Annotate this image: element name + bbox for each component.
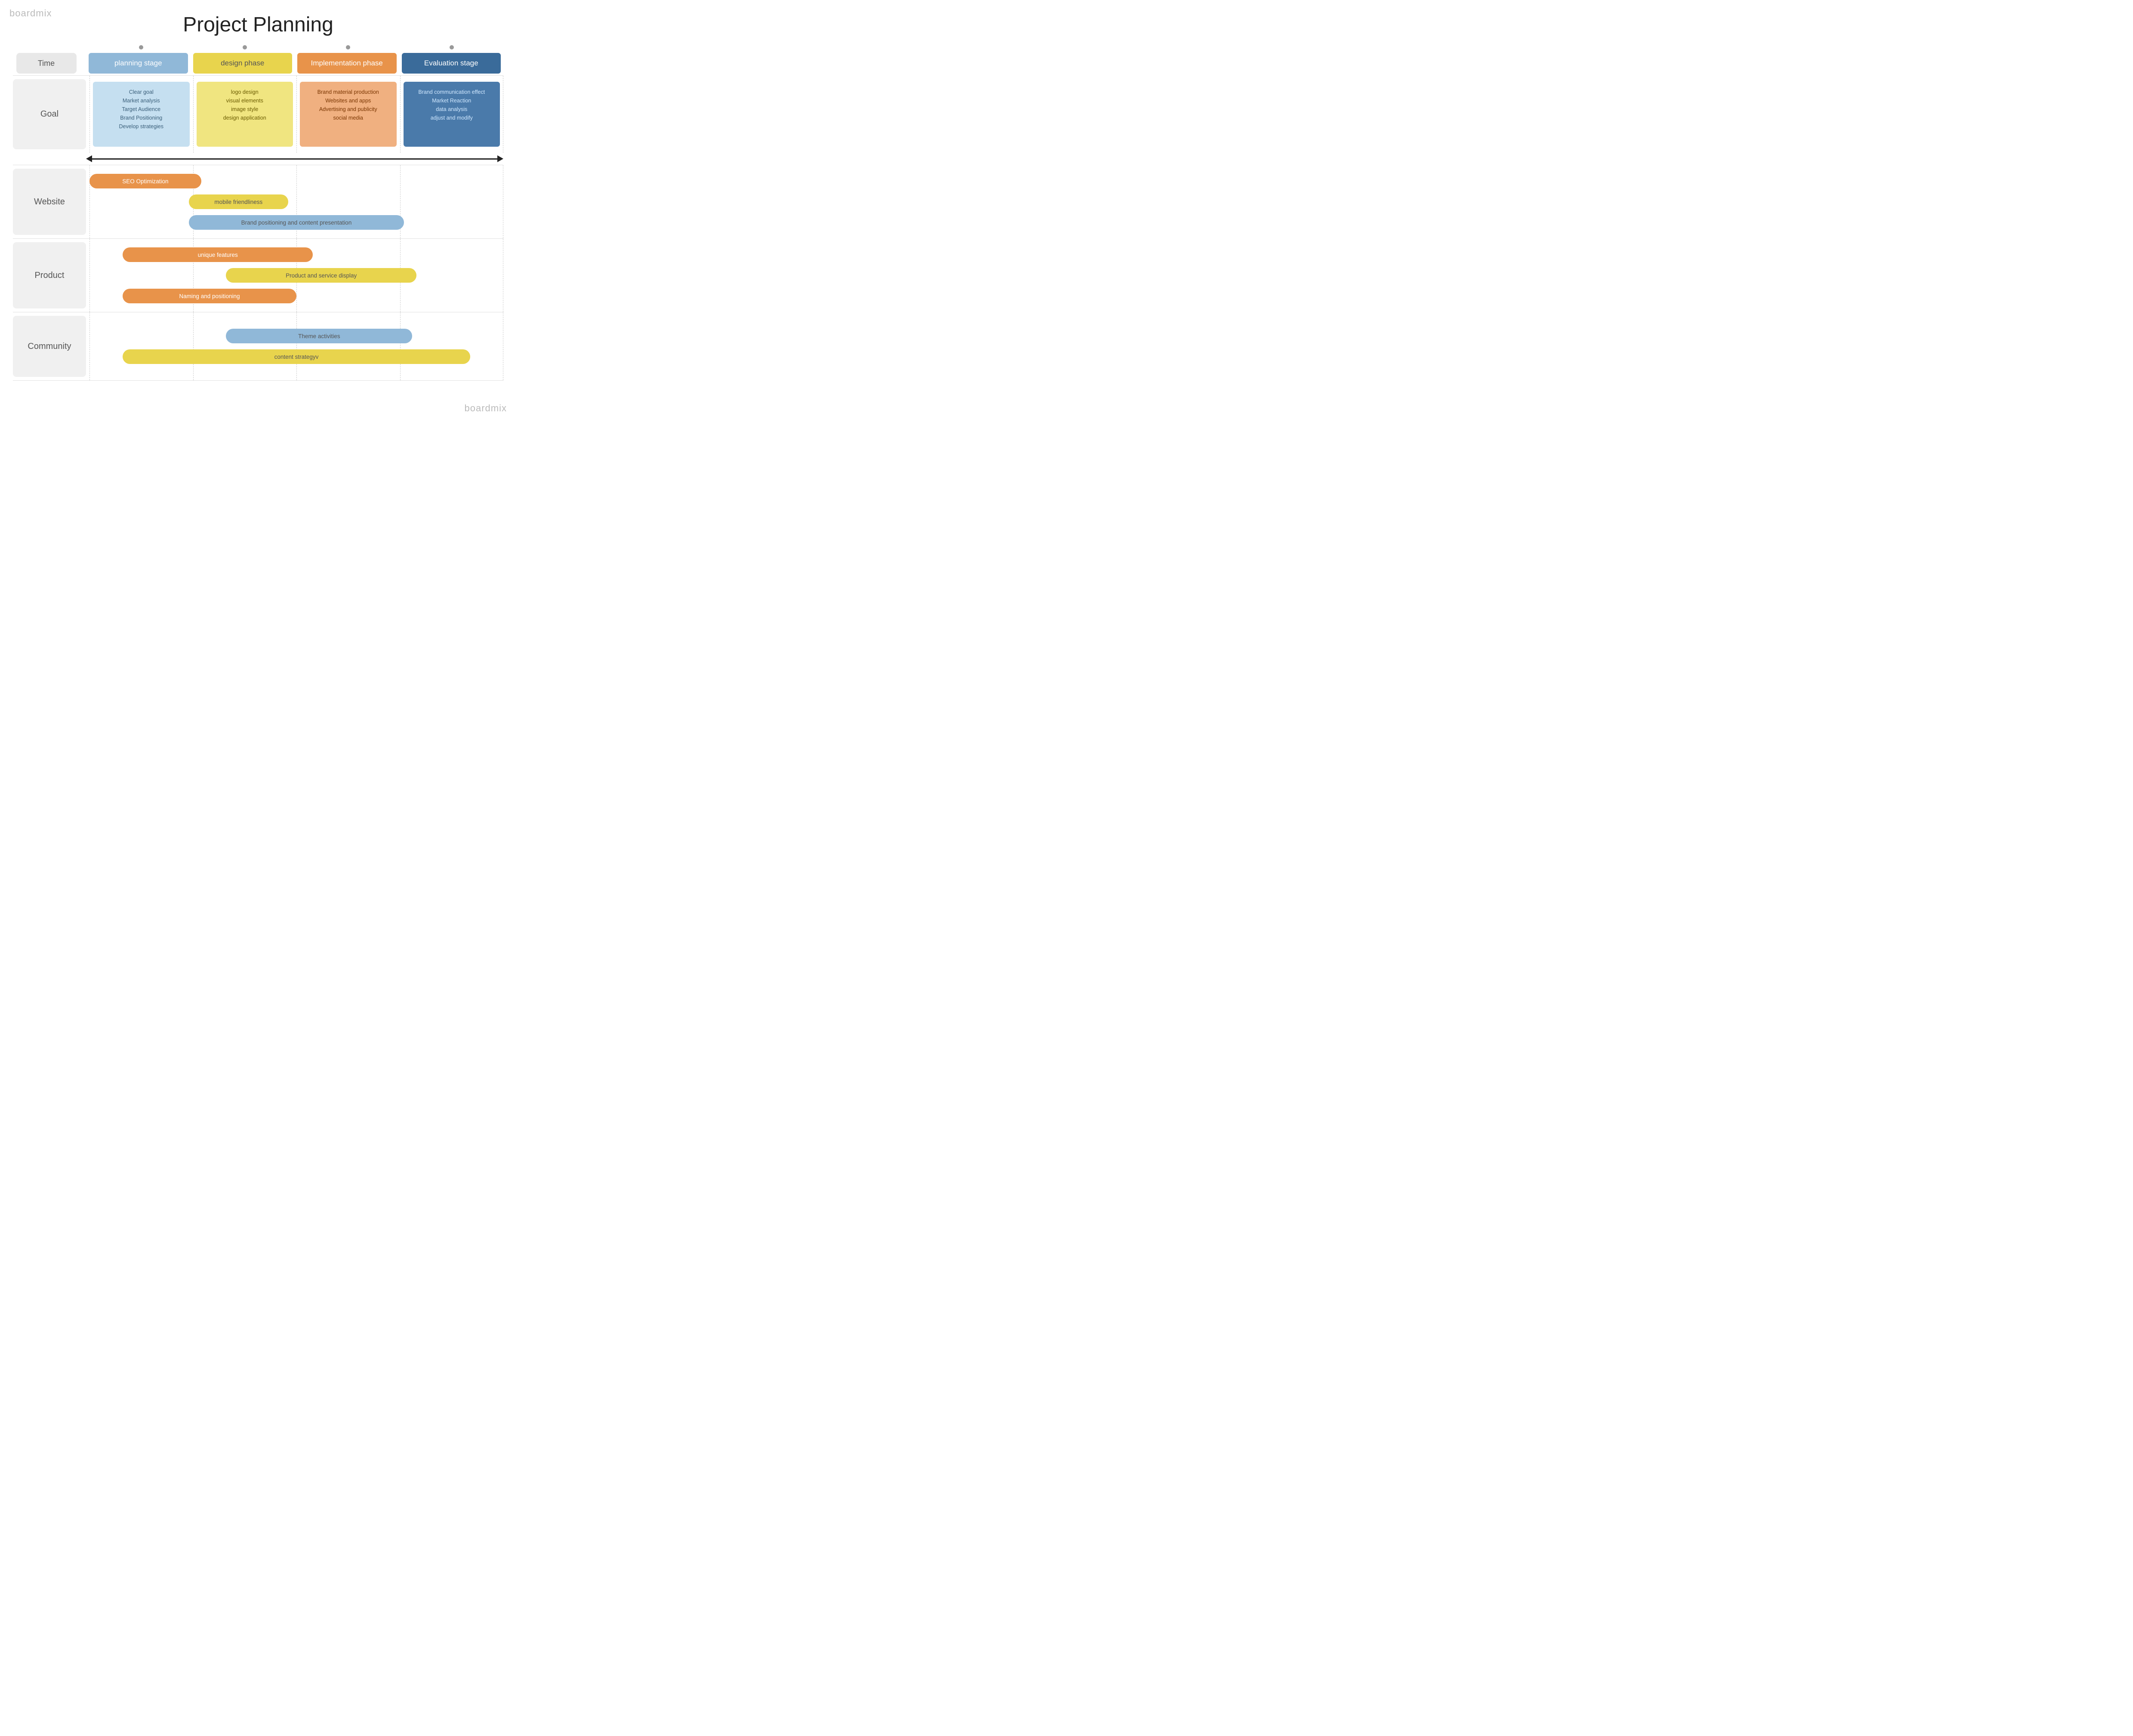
brand-positioning-bar: Brand positioning and content presentati… (189, 215, 404, 230)
goal-card-implementation: Brand material production Websites and a… (300, 82, 397, 147)
bar-row: Naming and positioning (89, 288, 503, 304)
community-row: Community Theme activities content strat… (13, 312, 503, 381)
website-bars: SEO Optimization mobile friendliness Bra… (89, 170, 503, 234)
header-row: Time planning stage design phase Impleme… (13, 51, 503, 75)
product-content: unique features Product and service disp… (89, 239, 503, 312)
stage-implementation: Implementation phase (297, 53, 397, 74)
website-label: Website (13, 169, 86, 235)
bar-row: content strategyv (89, 348, 503, 365)
product-display-bar: Product and service display (226, 268, 416, 283)
main-container: Time planning stage design phase Impleme… (13, 45, 503, 381)
unique-features-bar: unique features (123, 247, 313, 262)
theme-activities-bar: Theme activities (226, 329, 412, 343)
goal-cards: Clear goal Market analysis Target Audien… (89, 76, 503, 153)
timeline-arrow (13, 155, 503, 162)
watermark-bottom: boardmix (465, 403, 507, 414)
seo-bar: SEO Optimization (89, 174, 201, 188)
arrow-right (497, 155, 503, 162)
product-bars: unique features Product and service disp… (89, 243, 503, 308)
bar-row: Product and service display (89, 267, 503, 284)
stage-evaluation: Evaluation stage (402, 53, 501, 74)
arrow-left (86, 155, 92, 162)
arrow-line (92, 158, 498, 160)
bar-row: mobile friendliness (89, 194, 503, 210)
product-label: Product (13, 242, 86, 308)
community-bars: Theme activities content strategyv (89, 324, 503, 368)
goal-card-design: logo design visual elements image style … (197, 82, 293, 147)
page-title: Project Planning (0, 0, 516, 45)
time-label: Time (16, 53, 77, 74)
community-label: Community (13, 316, 86, 377)
website-row: Website SEO Optimization mobile friendli… (13, 165, 503, 238)
website-content: SEO Optimization mobile friendliness Bra… (89, 165, 503, 238)
goal-label: Goal (13, 79, 86, 149)
bar-row: Brand positioning and content presentati… (89, 214, 503, 231)
community-content: Theme activities content strategyv (89, 312, 503, 380)
goal-card-evaluation: Brand communication effect Market Reacti… (404, 82, 500, 147)
time-cell: Time (13, 51, 86, 75)
watermark-top: boardmix (9, 8, 52, 19)
stage-design: design phase (193, 53, 293, 74)
mobile-bar: mobile friendliness (189, 194, 288, 209)
stage-planning: planning stage (89, 53, 188, 74)
naming-bar: Naming and positioning (123, 289, 296, 303)
stage-headers: planning stage design phase Implementati… (86, 51, 503, 75)
product-row: Product unique features Product and serv… (13, 238, 503, 312)
goal-row: Goal Clear goal Market analysis Target A… (13, 75, 503, 153)
goal-card-planning: Clear goal Market analysis Target Audien… (93, 82, 190, 147)
bar-row: SEO Optimization (89, 173, 503, 189)
bar-row: Theme activities (89, 328, 503, 344)
bar-row: unique features (89, 247, 503, 263)
content-strategy-bar: content strategyv (123, 349, 470, 364)
